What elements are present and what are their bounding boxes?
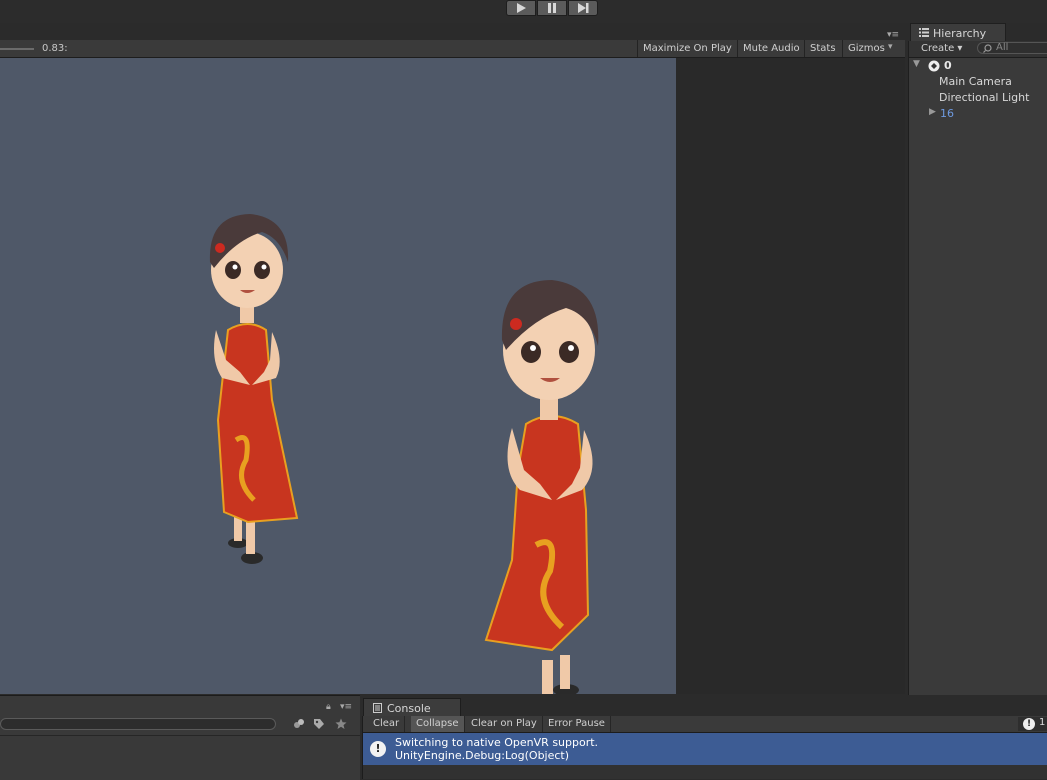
gizmos-button[interactable]: Gizmos: [842, 40, 890, 57]
clear-on-play-button[interactable]: Clear on Play: [466, 716, 543, 732]
favorite-star-icon[interactable]: [335, 718, 347, 730]
tag-icon[interactable]: [313, 718, 325, 730]
hierarchy-item-label: 16: [940, 107, 954, 120]
console-title: Console: [387, 702, 431, 715]
console-panel: Clear Collapse Clear on Play Error Pause…: [362, 716, 1047, 779]
console-log-entry[interactable]: ! Switching to native OpenVR support. Un…: [363, 733, 1047, 765]
error-pause-button[interactable]: Error Pause: [543, 716, 611, 732]
hierarchy-toolbar: Create ▾ All: [909, 41, 1047, 58]
game-view-empty-area: [676, 58, 905, 694]
scale-value: 0.83:: [42, 43, 68, 54]
info-icon: !: [1023, 718, 1035, 730]
create-button[interactable]: Create ▾: [921, 43, 962, 54]
hierarchy-item-label: Main Camera: [939, 75, 1012, 88]
character-right: [484, 280, 599, 694]
log-count: 1: [1039, 717, 1046, 728]
stats-button[interactable]: Stats: [804, 40, 841, 57]
search-icon: [983, 44, 992, 53]
hierarchy-title: Hierarchy: [933, 27, 987, 40]
scene-row[interactable]: ▼ 0: [909, 59, 1047, 75]
log-count-toggle[interactable]: ! 1: [1018, 717, 1047, 731]
unity-scene-icon: [928, 60, 940, 72]
hierarchy-panel: Create ▾ All ▼ 0 Main Camera Directional…: [908, 41, 1047, 695]
hierarchy-item-label: Directional Light: [939, 91, 1030, 104]
clear-button[interactable]: Clear: [368, 716, 406, 732]
log-message: Switching to native OpenVR support.: [395, 736, 599, 749]
project-panel: 🔒︎ ▾≡: [0, 695, 360, 780]
maximize-on-play-button[interactable]: Maximize On Play: [637, 40, 737, 57]
play-toolbar: [0, 0, 1047, 23]
character-left: [209, 214, 299, 564]
expand-arrow-icon[interactable]: ▶: [929, 107, 936, 117]
search-placeholder: All: [996, 42, 1009, 53]
game-menu-icon[interactable]: ▾≡: [887, 30, 899, 40]
scene-name: 0: [944, 59, 952, 72]
console-icon: [373, 703, 382, 713]
info-icon: !: [370, 741, 386, 757]
tab-hierarchy[interactable]: Hierarchy: [910, 23, 1006, 41]
pause-icon: [548, 3, 556, 13]
log-stacktrace: UnityEngine.Debug:Log(Object): [395, 749, 570, 762]
panel-menu-icon[interactable]: ▾≡: [340, 702, 352, 712]
step-icon: [578, 3, 589, 13]
tab-console[interactable]: Console: [363, 698, 461, 717]
lock-icon[interactable]: 🔒︎: [326, 702, 331, 712]
step-button[interactable]: [568, 0, 598, 16]
console-toolbar: Clear Collapse Clear on Play Error Pause…: [363, 716, 1047, 733]
play-icon: [517, 3, 526, 13]
filter-type-icon[interactable]: [292, 718, 306, 730]
collapse-button[interactable]: Collapse: [411, 716, 465, 732]
hierarchy-item-main-camera[interactable]: Main Camera: [909, 75, 1047, 91]
play-button[interactable]: [506, 0, 536, 16]
hierarchy-search-input[interactable]: All: [977, 42, 1047, 54]
scale-slider[interactable]: [0, 48, 34, 50]
scene-render: [209, 214, 599, 694]
gizmos-dropdown-icon[interactable]: ▾: [888, 42, 893, 52]
game-view-header: 0.83: Maximize On Play Mute Audio Stats …: [0, 40, 905, 58]
hierarchy-item-prefab[interactable]: ▶ 16: [909, 107, 1047, 123]
hierarchy-item-directional-light[interactable]: Directional Light: [909, 91, 1047, 107]
pause-button[interactable]: [537, 0, 567, 16]
project-search-input[interactable]: [0, 718, 276, 730]
mute-audio-button[interactable]: Mute Audio: [737, 40, 805, 57]
game-view-canvas[interactable]: [0, 58, 676, 694]
divider: [0, 735, 360, 736]
list-icon: [919, 28, 929, 37]
expand-arrow-icon[interactable]: ▼: [913, 59, 920, 69]
